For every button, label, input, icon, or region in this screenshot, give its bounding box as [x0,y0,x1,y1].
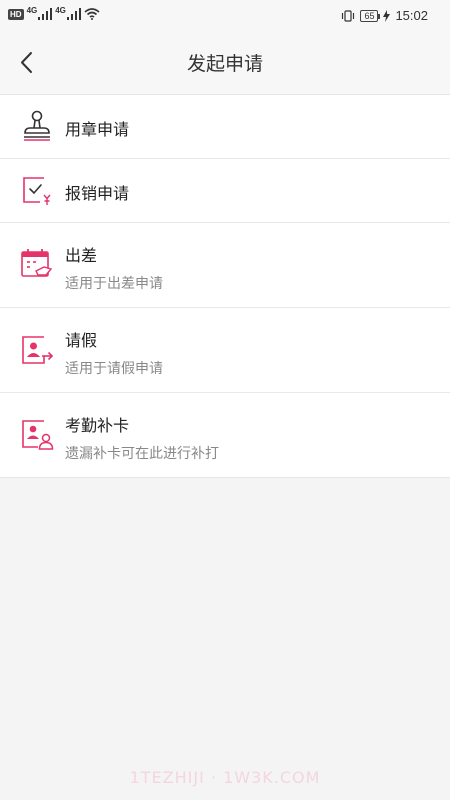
list-item-attendance-makeup[interactable]: 考勤补卡 遗漏补卡可在此进行补打 [0,392,450,477]
signal-icon [38,8,53,20]
reimbursement-icon [23,177,51,205]
charging-icon [383,9,391,22]
list-item-title: 考勤补卡 [65,416,130,435]
stamp-icon [24,110,50,141]
network-type-label: 4G [26,5,38,15]
hd-badge: HD [8,8,24,20]
application-list: 用章申请 报销申请 出差 适用于出差申请 请假 适用于请假申请 考勤补卡 遗漏补… [0,94,450,478]
watermark: 1TEZHIJI · 1W3K.COM [129,768,321,787]
list-item-title: 出差 [65,246,98,265]
leave-icon [22,336,54,364]
list-item-business-trip[interactable]: 出差 适用于出差申请 [0,222,450,307]
status-right: 65 15:02 [341,8,428,23]
list-item-reimbursement-application[interactable]: 报销申请 [0,158,450,222]
clock: 15:02 [395,8,428,23]
list-item-seal-application[interactable]: 用章申请 [0,95,450,158]
list-item-title: 报销申请 [65,184,130,203]
wifi-icon [84,8,100,20]
page-title: 发起申请 [186,53,263,75]
signal-icon [66,8,81,20]
list-item-title: 用章申请 [65,120,130,139]
network-type-label: 4G [55,5,66,15]
business-trip-icon [21,249,53,277]
vibrate-icon [342,9,355,22]
nav-bar: 发起申请 [0,32,450,94]
list-item-leave[interactable]: 请假 适用于请假申请 [0,307,450,392]
list-item-subtitle: 遗漏补卡可在此进行补打 [65,446,219,462]
list-item-title: 请假 [65,331,98,350]
status-bar: HD 4G 4G 65 15:02 [0,0,450,32]
status-left: HD 4G 4G [8,5,100,20]
list-item-subtitle: 适用于出差申请 [65,276,163,292]
battery-level: 65 [360,9,381,22]
list-item-subtitle: 适用于请假申请 [65,361,163,377]
attendance-icon [22,420,54,450]
